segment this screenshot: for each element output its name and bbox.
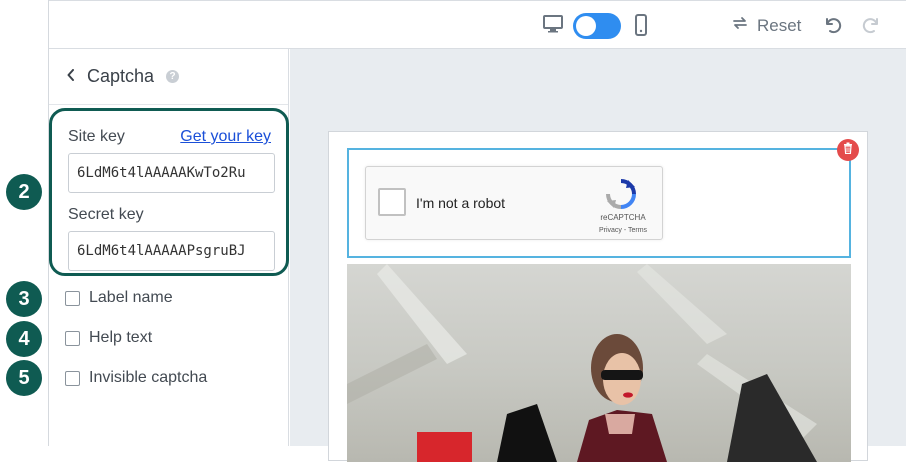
invisible-captcha-text: Invisible captcha [89, 369, 208, 386]
recaptcha-terms-link[interactable]: Privacy - Terms [588, 227, 658, 234]
label-name-text: Label name [89, 289, 173, 306]
secret-key-input[interactable] [68, 231, 275, 271]
captcha-block-selected[interactable]: I'm not a robot reCAPTCHA Privacy - Term… [347, 139, 859, 258]
desktop-icon[interactable] [543, 15, 563, 38]
toggle-knob [576, 16, 596, 36]
label-name-checkbox[interactable] [65, 290, 80, 306]
trash-icon [843, 141, 853, 159]
help-icon[interactable]: ? [166, 70, 180, 83]
callout-4: 4 [6, 321, 42, 357]
back-chevron-icon[interactable] [67, 68, 75, 86]
keys-highlight-box: Site key Get your key Secret key [49, 108, 289, 276]
form-builder-app: Reset Captcha ? Site key Get your key Se… [48, 0, 906, 462]
reset-label: Reset [757, 15, 802, 35]
help-text-checkbox[interactable] [65, 330, 80, 346]
site-key-label: Site key [68, 128, 125, 145]
form-card: I'm not a robot reCAPTCHA Privacy - Term… [328, 131, 868, 462]
recaptcha-logo-icon [604, 177, 638, 216]
callout-2: 2 [6, 174, 42, 210]
top-toolbar: Reset [49, 0, 906, 49]
callout-5: 5 [6, 360, 42, 396]
undo-icon[interactable] [822, 15, 842, 40]
callout-3: 3 [6, 281, 42, 317]
hero-photo [347, 264, 851, 462]
redo-icon[interactable] [862, 15, 882, 40]
mobile-icon[interactable] [635, 14, 647, 41]
secret-key-label: Secret key [68, 206, 144, 223]
site-key-input[interactable] [68, 153, 275, 193]
help-text-option[interactable]: Help text [65, 329, 152, 347]
recaptcha-brand: reCAPTCHA [600, 213, 646, 222]
invisible-captcha-option[interactable]: Invisible captcha [65, 369, 207, 387]
sidebar-header: Captcha ? [49, 49, 288, 105]
get-your-key-link[interactable]: Get your key [180, 128, 271, 146]
delete-button[interactable] [837, 139, 859, 161]
help-text-text: Help text [89, 329, 153, 346]
panel-title: Captcha [87, 66, 155, 86]
view-toggle[interactable] [573, 13, 621, 39]
recaptcha-checkbox[interactable] [378, 188, 406, 216]
preview-canvas: I'm not a robot reCAPTCHA Privacy - Term… [290, 49, 906, 462]
label-name-option[interactable]: Label name [65, 289, 173, 307]
recaptcha-widget: I'm not a robot reCAPTCHA Privacy - Term… [365, 166, 663, 240]
invisible-captcha-checkbox[interactable] [65, 370, 80, 386]
reset-button[interactable]: Reset [731, 15, 801, 36]
reset-icon [731, 15, 749, 36]
recaptcha-label: I'm not a robot [416, 195, 506, 211]
settings-sidebar: Captcha ? Site key Get your key Secret k… [49, 49, 289, 446]
